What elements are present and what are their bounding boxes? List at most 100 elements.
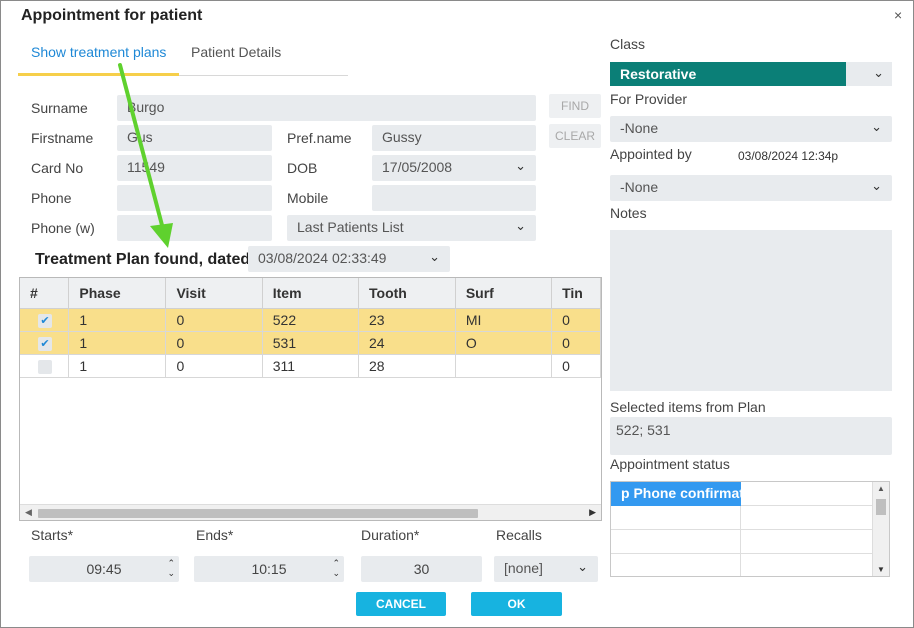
chevron-down-icon[interactable]: ⌄ <box>515 158 526 174</box>
table-row[interactable]: ✔ 1 0 522 23 MI 0 <box>20 308 601 332</box>
column-header-item[interactable]: Item <box>262 278 360 309</box>
close-icon[interactable]: × <box>894 7 902 23</box>
scroll-thumb[interactable] <box>38 509 478 518</box>
chevron-down-icon[interactable]: ⌄ <box>515 218 526 234</box>
column-header-number[interactable]: # <box>20 278 70 309</box>
cell-tooth: 24 <box>358 331 456 355</box>
class-label: Class <box>610 36 646 52</box>
ok-button[interactable]: OK <box>471 592 562 616</box>
scroll-up-icon[interactable]: ▲ <box>877 484 885 493</box>
check-icon[interactable]: ✔ <box>38 313 52 328</box>
treatment-plan-label: Treatment Plan found, dated <box>35 251 251 268</box>
selected-items-label: Selected items from Plan <box>610 399 766 415</box>
notes-textarea[interactable] <box>610 230 892 391</box>
appointed-by-select[interactable]: -None ⌄ <box>610 175 892 201</box>
ends-value: 10:15 <box>251 561 287 577</box>
duration-field[interactable]: 30 <box>361 556 482 582</box>
plan-date-select[interactable]: 03/08/2024 02:33:49 ⌄ <box>248 246 450 272</box>
appointment-status-label: Appointment status <box>610 456 730 472</box>
prefname-field[interactable]: Gussy <box>372 125 536 151</box>
column-header-tin[interactable]: Tin <box>551 278 601 309</box>
status-cell <box>741 554 873 576</box>
cardno-field[interactable]: 11549 <box>117 155 272 181</box>
chevron-down-icon[interactable]: ⌄ <box>873 65 884 81</box>
cell-surf: MI <box>455 308 553 332</box>
cell-item: 311 <box>262 354 360 378</box>
check-icon[interactable]: ✔ <box>38 336 52 351</box>
column-header-phase[interactable]: Phase <box>68 278 167 309</box>
last-patients-select[interactable]: Last Patients List ⌄ <box>287 215 536 241</box>
column-header-surf[interactable]: Surf <box>455 278 553 309</box>
column-header-tooth[interactable]: Tooth <box>358 278 456 309</box>
phonew-label: Phone (w) <box>31 220 95 236</box>
class-select[interactable]: Restorative ⌄ <box>610 62 892 86</box>
cell-tin: 0 <box>551 331 601 355</box>
stepper-arrows-icon[interactable]: ⌃ ⌄ <box>332 558 340 578</box>
stepper-arrows-icon[interactable]: ⌃ ⌄ <box>167 558 175 578</box>
starts-stepper[interactable]: 09:45 ⌃ ⌄ <box>29 556 179 582</box>
appointed-by-value: -None <box>620 179 659 195</box>
plan-date-value: 03/08/2024 02:33:49 <box>258 250 387 266</box>
treatment-plan-grid[interactable]: # Phase Visit Item Tooth Surf Tin ✔ 1 0 … <box>19 277 602 521</box>
appointment-status-grid[interactable]: p Phone confirmati ▲ ▼ <box>610 481 890 577</box>
surname-label: Surname <box>31 100 88 116</box>
ends-stepper[interactable]: 10:15 ⌃ ⌄ <box>194 556 344 582</box>
provider-select[interactable]: -None ⌄ <box>610 116 892 142</box>
chevron-down-icon[interactable]: ⌄ <box>429 249 440 265</box>
phone-label: Phone <box>31 190 72 206</box>
scroll-right-icon[interactable]: ▶ <box>589 507 596 518</box>
starts-value: 09:45 <box>86 561 122 577</box>
status-cell <box>611 530 741 554</box>
mobile-field[interactable] <box>372 185 536 211</box>
horizontal-scrollbar[interactable]: ◀ ▶ <box>20 504 601 520</box>
cardno-label: Card No <box>31 160 84 176</box>
tab-patient-details[interactable]: Patient Details <box>191 44 281 60</box>
duration-label: Duration* <box>361 527 420 543</box>
clear-button[interactable]: CLEAR <box>549 124 601 148</box>
status-cell <box>741 482 873 506</box>
table-row[interactable]: ✔ 1 0 531 24 O 0 <box>20 331 601 355</box>
phone-field[interactable] <box>117 185 272 211</box>
active-tab-indicator <box>18 73 179 76</box>
prefname-label: Pref.name <box>287 130 352 146</box>
chevron-down-icon[interactable]: ⌄ <box>871 178 882 194</box>
status-badge[interactable]: p Phone confirmati <box>611 482 741 506</box>
cell-phase: 1 <box>68 354 167 378</box>
appointed-by-label: Appointed by <box>610 146 692 162</box>
cell-surf: O <box>455 331 553 355</box>
status-cell <box>611 554 741 576</box>
appointment-dialog: Appointment for patient × Show treatment… <box>0 0 914 628</box>
notes-label: Notes <box>610 205 647 221</box>
column-header-visit[interactable]: Visit <box>165 278 263 309</box>
grid-header-row: # Phase Visit Item Tooth Surf Tin <box>20 278 601 309</box>
find-button[interactable]: FIND <box>549 94 601 118</box>
mobile-label: Mobile <box>287 190 329 206</box>
chevron-down-icon[interactable]: ⌄ <box>871 119 882 135</box>
firstname-label: Firstname <box>31 130 94 146</box>
table-row[interactable]: 1 0 311 28 0 <box>20 354 601 378</box>
status-cell <box>741 530 873 554</box>
tab-show-treatment-plans[interactable]: Show treatment plans <box>31 44 166 60</box>
dialog-title: Appointment for patient <box>21 7 203 24</box>
cell-tooth: 28 <box>358 354 456 378</box>
vertical-scrollbar[interactable]: ▲ ▼ <box>872 482 889 576</box>
cell-visit: 0 <box>165 354 263 378</box>
chevron-down-icon[interactable]: ⌄ <box>577 559 588 575</box>
recalls-select[interactable]: [none] ⌄ <box>494 556 598 582</box>
scroll-down-icon[interactable]: ▼ <box>877 565 885 574</box>
phonew-field[interactable] <box>117 215 272 241</box>
selected-items-field[interactable]: 522; 531 <box>610 417 892 455</box>
class-value: Restorative <box>610 62 846 86</box>
cancel-button[interactable]: CANCEL <box>356 592 446 616</box>
cell-visit: 0 <box>165 308 263 332</box>
unchecked-checkbox[interactable] <box>38 359 52 374</box>
dob-picker[interactable]: 17/05/2008 ⌄ <box>372 155 536 181</box>
provider-label: For Provider <box>610 91 688 107</box>
provider-value: -None <box>620 120 659 136</box>
firstname-field[interactable]: Gus <box>117 125 272 151</box>
cell-visit: 0 <box>165 331 263 355</box>
last-patients-label: Last Patients List <box>297 219 404 235</box>
scroll-left-icon[interactable]: ◀ <box>25 507 32 518</box>
surname-field[interactable]: Burgo <box>117 95 536 121</box>
scroll-thumb[interactable] <box>876 499 886 515</box>
